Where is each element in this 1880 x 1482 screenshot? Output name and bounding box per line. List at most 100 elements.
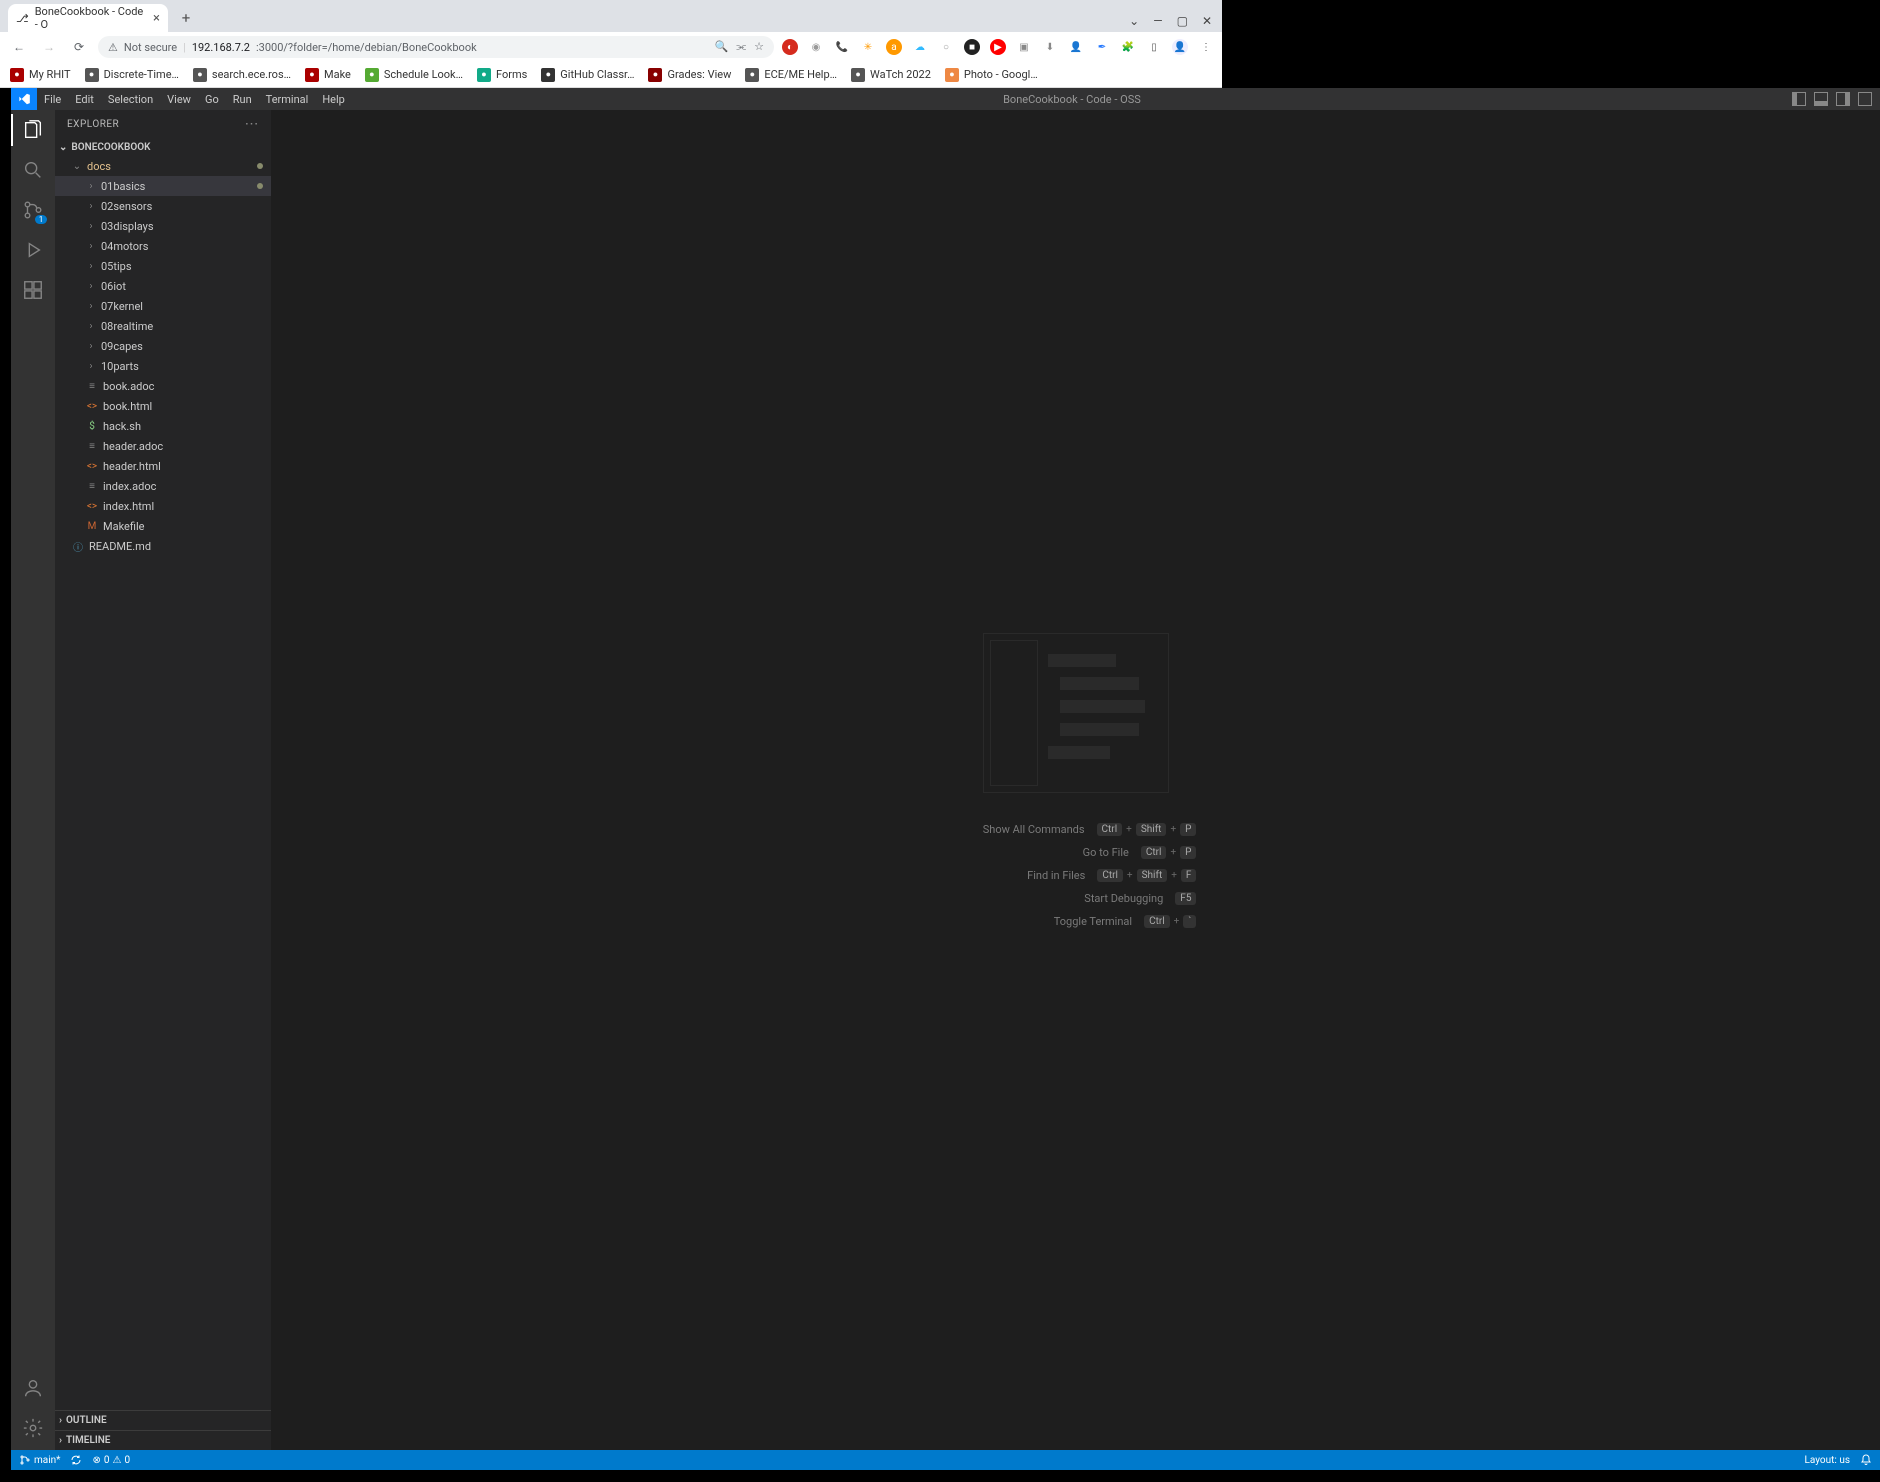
menu-item-view[interactable]: View <box>160 93 198 106</box>
tab-favicon-icon: ⎇ <box>16 11 29 25</box>
problems-status[interactable]: ⊗0 ⚠0 <box>92 1455 130 1466</box>
file-item[interactable]: ⓘREADME.md <box>55 536 271 556</box>
ext-icon-12[interactable]: 👤 <box>1068 39 1084 55</box>
timeline-section[interactable]: › TIMELINE <box>55 1430 271 1450</box>
folder-item[interactable]: ⌄docs <box>55 156 271 176</box>
settings-activity-icon[interactable] <box>21 1416 45 1440</box>
menu-item-help[interactable]: Help <box>315 93 352 106</box>
folder-item[interactable]: ›07kernel <box>55 296 271 316</box>
ext-icon-8[interactable]: ■ <box>964 39 980 55</box>
bookmark-item[interactable]: ●search.ece.ros… <box>193 68 291 82</box>
keycap: F5 <box>1175 892 1196 905</box>
folder-item[interactable]: ›05tips <box>55 256 271 276</box>
debug-activity-icon[interactable] <box>21 238 45 262</box>
account-activity-icon[interactable] <box>21 1376 45 1400</box>
search-activity-icon[interactable] <box>21 158 45 182</box>
menu-item-edit[interactable]: Edit <box>68 93 101 106</box>
workspace-header[interactable]: ⌄ BONECOOKBOOK <box>55 138 271 156</box>
menu-item-go[interactable]: Go <box>198 93 226 106</box>
bookmark-item[interactable]: ●Schedule Look… <box>365 68 463 82</box>
folder-item[interactable]: ›01basics <box>55 176 271 196</box>
url-bar[interactable]: ⚠ Not secure | 192.168.7.2:3000/?folder=… <box>98 36 774 58</box>
bookmark-favicon-icon: ● <box>85 68 99 82</box>
bookmark-item[interactable]: ●My RHIT <box>10 68 71 82</box>
bell-status[interactable] <box>1860 1454 1872 1466</box>
extensions-icon[interactable]: 🧩 <box>1120 39 1136 55</box>
panel-icon[interactable]: ▯ <box>1146 39 1162 55</box>
ext-icon-7[interactable]: ○ <box>938 39 954 55</box>
ext-icon-4[interactable]: ✳ <box>860 39 876 55</box>
chevron-right-icon: › <box>85 261 97 272</box>
file-item[interactable]: <>index.html <box>55 496 271 516</box>
bookmark-item[interactable]: ●WaTch 2022 <box>851 68 931 82</box>
zoom-icon[interactable]: 🔍 <box>715 40 729 54</box>
ext-icon-2[interactable]: ◉ <box>808 39 824 55</box>
ext-icon-6[interactable]: ☁ <box>912 39 928 55</box>
maximize-icon[interactable]: ▢ <box>1177 14 1188 28</box>
menu-item-file[interactable]: File <box>37 93 68 106</box>
extensions-activity-icon[interactable] <box>21 278 45 302</box>
file-item[interactable]: <>header.html <box>55 456 271 476</box>
scm-activity-icon[interactable]: 1 <box>21 198 45 222</box>
ext-icon-1[interactable]: ◐ <box>782 39 798 55</box>
bookmark-star-icon[interactable]: ☆ <box>754 40 764 54</box>
minimize-icon[interactable]: — <box>1153 14 1162 28</box>
file-item[interactable]: MMakefile <box>55 516 271 536</box>
folder-item[interactable]: ›10parts <box>55 356 271 376</box>
menu-item-selection[interactable]: Selection <box>101 93 160 106</box>
browser-tab[interactable]: ⎇ BoneCookbook - Code - O × <box>8 4 168 32</box>
folder-item[interactable]: ›06iot <box>55 276 271 296</box>
chevron-right-icon: › <box>85 361 97 372</box>
bookmark-item[interactable]: ●Discrete-Time… <box>85 68 179 82</box>
profile-avatar[interactable]: 👤 <box>1172 39 1188 55</box>
tab-close-icon[interactable]: × <box>153 11 160 26</box>
keycap: Ctrl <box>1141 846 1167 859</box>
chevron-down-icon[interactable]: ⌄ <box>1129 14 1139 28</box>
ext-icon-10[interactable]: ▣ <box>1016 39 1032 55</box>
folder-item[interactable]: ›09capes <box>55 336 271 356</box>
file-item[interactable]: ≡header.adoc <box>55 436 271 456</box>
share-icon[interactable]: ⫘ <box>736 40 746 54</box>
explorer-more-icon[interactable]: ⋯ <box>245 116 260 132</box>
menu-item-terminal[interactable]: Terminal <box>259 93 316 106</box>
bookmark-item[interactable]: ●Grades: View <box>648 68 731 82</box>
layout-right-icon[interactable] <box>1836 92 1850 106</box>
ext-icon-3[interactable]: 📞 <box>834 39 850 55</box>
bookmark-item[interactable]: ●Make <box>305 68 351 82</box>
folder-item[interactable]: ›04motors <box>55 236 271 256</box>
ext-icon-5[interactable]: a <box>886 39 902 55</box>
file-item[interactable]: $hack.sh <box>55 416 271 436</box>
file-item[interactable]: <>book.html <box>55 396 271 416</box>
close-icon[interactable]: ✕ <box>1202 14 1212 28</box>
explorer-activity-icon[interactable] <box>21 118 45 142</box>
reload-button[interactable]: ⟳ <box>68 36 90 58</box>
outline-section[interactable]: › OUTLINE <box>55 1410 271 1430</box>
error-count: 0 <box>104 1455 110 1466</box>
layout-grid-icon[interactable] <box>1858 92 1872 106</box>
chrome-menu-icon[interactable]: ⋮ <box>1198 39 1214 55</box>
layout-bottom-icon[interactable] <box>1814 92 1828 106</box>
ext-icon-11[interactable]: ⬇ <box>1042 39 1058 55</box>
back-button[interactable]: ← <box>8 36 30 58</box>
forward-button[interactable]: → <box>38 36 60 58</box>
vscode-logo-icon[interactable] <box>11 88 37 110</box>
sync-status[interactable] <box>70 1454 82 1466</box>
folder-item[interactable]: ›02sensors <box>55 196 271 216</box>
file-item[interactable]: ≡index.adoc <box>55 476 271 496</box>
ext-icon-9[interactable]: ▶ <box>990 39 1006 55</box>
file-item[interactable]: ≡book.adoc <box>55 376 271 396</box>
activity-bar: 1 <box>11 110 55 1450</box>
bookmark-item[interactable]: ●ECE/ME Help… <box>745 68 837 82</box>
folder-item[interactable]: ›08realtime <box>55 316 271 336</box>
bookmark-item[interactable]: ●GitHub Classr… <box>541 68 634 82</box>
layout-status[interactable]: Layout: us <box>1805 1455 1850 1466</box>
bookmark-item[interactable]: ●Photo - Googl… <box>945 68 1038 82</box>
layout-left-icon[interactable] <box>1792 92 1806 106</box>
git-branch-status[interactable]: main* <box>19 1454 60 1466</box>
shortcut-label: Show All Commands <box>955 823 1085 836</box>
ext-icon-13[interactable]: ✒ <box>1094 39 1110 55</box>
folder-item[interactable]: ›03displays <box>55 216 271 236</box>
menu-item-run[interactable]: Run <box>226 93 259 106</box>
new-tab-button[interactable]: + <box>174 6 198 30</box>
bookmark-item[interactable]: ●Forms <box>477 68 527 82</box>
